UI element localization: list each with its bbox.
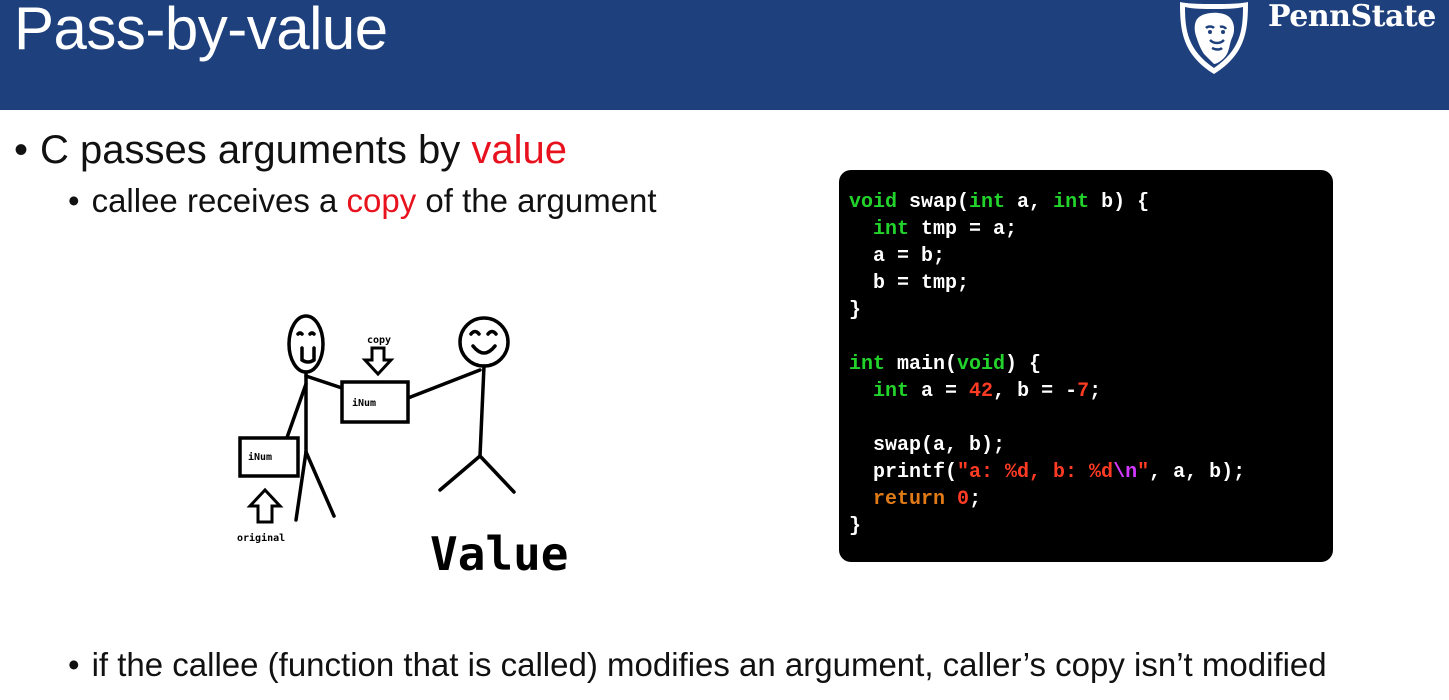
code-token: "a: %d, b: %d: [957, 461, 1114, 484]
code-token: swap(: [897, 191, 970, 214]
code-token: ": [1137, 461, 1150, 484]
slide-title: Pass-by-value: [14, 0, 388, 62]
code-token: a =: [909, 380, 970, 403]
code-line: swap(a, b);: [849, 432, 1333, 459]
code-token: int: [1053, 191, 1090, 214]
original-arrow-icon: [246, 487, 284, 524]
copy-arrow-icon: [361, 346, 395, 377]
code-token: 42: [969, 380, 994, 403]
code-token: tmp = a;: [909, 218, 1018, 241]
nittany-lion-shield-icon: [1180, 2, 1248, 74]
code-token: void: [957, 353, 1006, 376]
code-line: a = b;: [849, 243, 1333, 270]
code-token: int: [849, 353, 886, 376]
brand-wordmark: PennState: [1268, 0, 1436, 34]
code-token: a = b;: [849, 245, 946, 268]
bullet-level1: • C passes arguments by value: [14, 128, 567, 173]
code-token: }: [849, 515, 862, 538]
code-token: return: [873, 488, 946, 511]
code-line: }: [849, 297, 1333, 324]
code-line: void swap(int a, int b) {: [849, 189, 1333, 216]
bullet-dot: •: [68, 182, 80, 219]
code-token: ) {: [1005, 353, 1042, 376]
code-line: int main(void) {: [849, 351, 1333, 378]
bullet-highlight: copy: [346, 182, 417, 219]
code-token: int: [969, 191, 1006, 214]
code-token: a,: [1005, 191, 1054, 214]
copy-label: copy: [367, 335, 391, 346]
callee-stick-figure: [406, 316, 516, 494]
code-token: , a, b);: [1149, 461, 1246, 484]
code-token: void: [849, 191, 898, 214]
bullet-text: of the argument: [416, 182, 657, 219]
code-line: return 0;: [849, 486, 1333, 513]
original-label: original: [237, 532, 285, 544]
bullet-text: if the callee (function that is called) …: [91, 646, 1327, 683]
code-token: printf(: [849, 461, 958, 484]
bullet-text: C passes arguments by: [40, 128, 472, 172]
code-token: 0: [957, 488, 970, 511]
bullet-highlight: value: [471, 128, 567, 172]
code-token: b = tmp;: [849, 272, 970, 295]
code-token: 7: [1077, 380, 1090, 403]
code-token: b) {: [1089, 191, 1150, 214]
code-token: swap(a, b);: [849, 434, 1006, 457]
code-line: printf("a: %d, b: %d\n", a, b);: [849, 459, 1333, 486]
code-token: int: [873, 380, 910, 403]
callee-box-label: iNum: [352, 397, 376, 409]
bullet-level2: • if the callee (function that is called)…: [68, 646, 1327, 684]
code-token: ;: [969, 488, 982, 511]
bullet-dot: •: [68, 646, 80, 683]
bullet-dot: •: [14, 128, 29, 172]
code-line: int a = 42, b = -7;: [849, 378, 1333, 405]
bullet-level2: • callee receives a copy of the argument: [68, 182, 657, 220]
code-token: int: [873, 218, 910, 241]
caller-stick-figure: [282, 314, 344, 522]
code-line: b = tmp;: [849, 270, 1333, 297]
code-token: , b = -: [993, 380, 1078, 403]
code-block: void swap(int a, int b) { int tmp = a; a…: [839, 170, 1333, 562]
code-token: main(: [885, 353, 958, 376]
code-token: ;: [1089, 380, 1102, 403]
caller-box-label: iNum: [248, 451, 272, 463]
code-line: int tmp = a;: [849, 216, 1333, 243]
code-token: \n: [1113, 461, 1138, 484]
illustration-caption: Value: [430, 527, 568, 581]
code-token: }: [849, 299, 862, 322]
title-bar: Pass-by-value PennState: [0, 0, 1449, 110]
code-line: }: [849, 513, 1333, 540]
pass-by-value-illustration: iNum iNum copy original Value: [222, 284, 626, 584]
bullet-text: callee receives a: [91, 182, 347, 219]
